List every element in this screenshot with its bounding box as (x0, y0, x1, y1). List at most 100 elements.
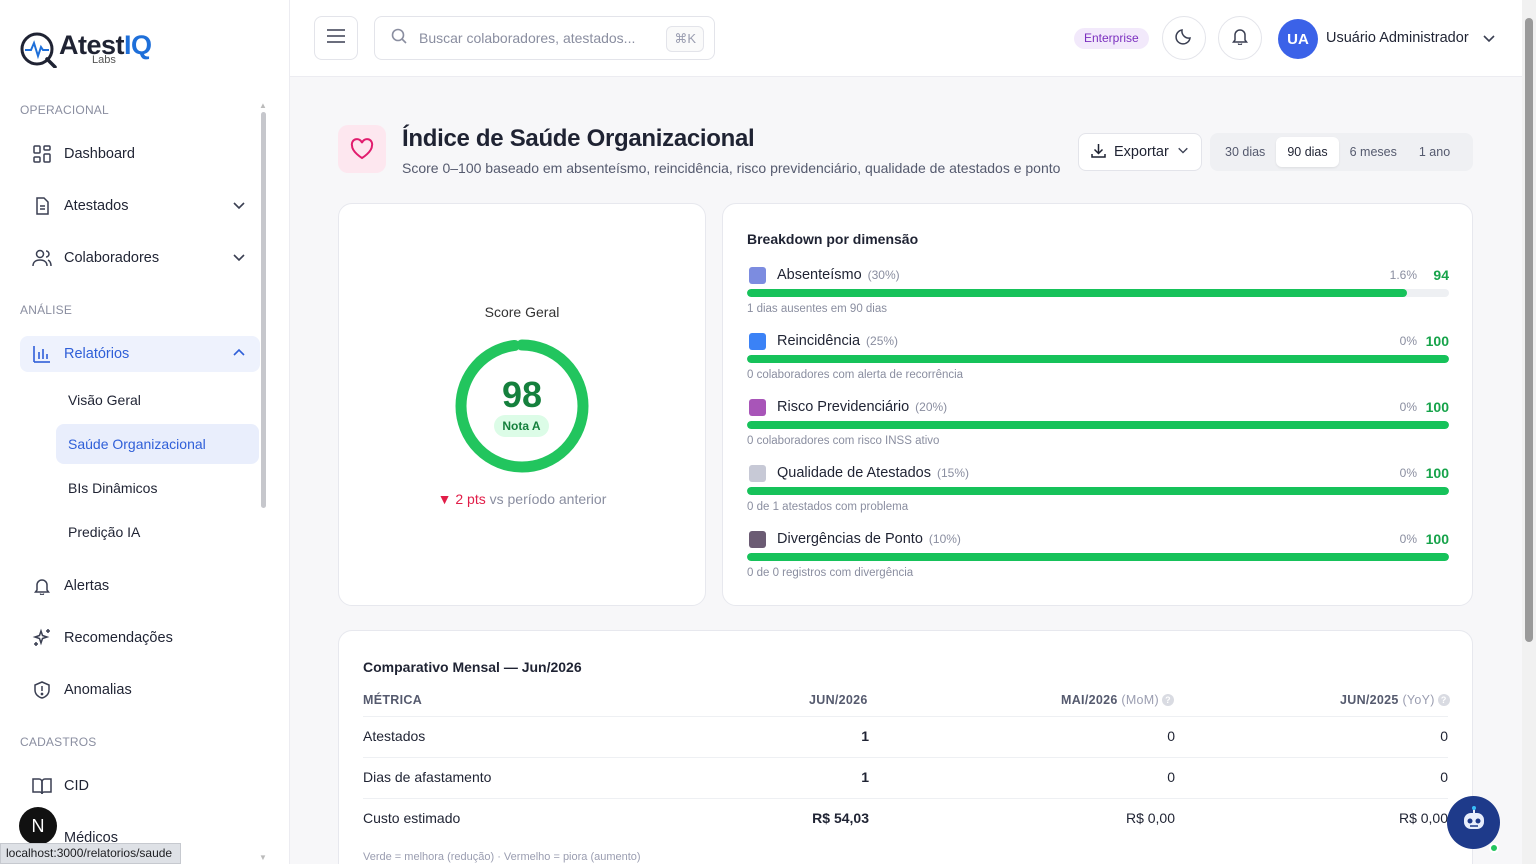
sidebar-item-label: CID (64, 778, 89, 794)
grid-icon (32, 144, 52, 164)
heart-icon (338, 125, 386, 173)
range-1-ano[interactable]: 1 ano (1408, 137, 1461, 167)
metric-current: 1 (861, 769, 869, 785)
top-header: Buscar colaboradores, atestados... ⌘K En… (290, 0, 1522, 77)
metric-mom: 0 (1167, 728, 1175, 744)
sidebar-item-label: Relatórios (64, 346, 130, 362)
chevron-down-icon[interactable] (1482, 31, 1496, 50)
dimension-pct: 0% (1399, 466, 1417, 480)
users-icon (32, 248, 52, 268)
dimension-score: 100 (1425, 399, 1449, 415)
dimension-score: 100 (1425, 531, 1449, 547)
dimension-note: 0 de 1 atestados com problema (747, 501, 909, 513)
sidebar-subitem-visao-geral[interactable]: Visão Geral (56, 380, 259, 420)
window-scrollbar-thumb[interactable] (1525, 18, 1533, 642)
range-30-dias[interactable]: 30 dias (1214, 137, 1276, 167)
logo-icon (20, 30, 58, 69)
breakdown-title: Breakdown por dimensão (747, 231, 919, 247)
dimension-row: Absenteísmo (30%) 1.6% 94 1 dias ausentes em… (747, 267, 1449, 323)
dimension-name: Absenteísmo (30%) (777, 267, 900, 283)
user-name[interactable]: Usuário Administrador (1326, 30, 1469, 46)
dimension-bar-fill (747, 355, 1449, 363)
range-6-meses[interactable]: 6 meses (1339, 137, 1408, 167)
dimension-pct: 1.6% (1389, 268, 1417, 282)
row-divider (363, 798, 1448, 799)
chevron-down-icon (232, 250, 246, 268)
scroll-down-arrow[interactable]: ▼ (259, 853, 267, 862)
range-90-dias[interactable]: 90 dias (1276, 137, 1339, 167)
document-icon (749, 465, 766, 482)
dev-badge[interactable]: N (19, 807, 57, 845)
col-yoy: JUN/2025 (YoY)? (1340, 693, 1450, 707)
metric-yoy: R$ 0,00 (1398, 810, 1448, 826)
dimension-name: Divergências de Ponto (10%) (777, 531, 961, 547)
search-input[interactable]: Buscar colaboradores, atestados... ⌘K (374, 16, 715, 60)
shield-alert-icon (32, 680, 52, 700)
window-scrollbar[interactable] (1522, 0, 1536, 864)
sidebar-item-label: Atestados (64, 198, 129, 214)
notifications-button[interactable] (1218, 16, 1262, 60)
section-operational: OPERACIONAL (20, 103, 109, 117)
bar-chart-icon (32, 344, 52, 364)
metric-current: R$ 54,03 (812, 810, 869, 826)
sidebar-item-atestados[interactable]: Atestados (20, 188, 260, 224)
sidebar-subitem-predicao-ia[interactable]: Predição IA (56, 512, 259, 552)
metric-name: Dias de afastamento (363, 769, 492, 785)
dimension-note: 0 colaboradores com alerta de recorrênci… (747, 369, 964, 381)
score-label: Score Geral (484, 304, 560, 320)
sidebar-item-cid[interactable]: CID (20, 768, 260, 804)
bell-icon (1231, 27, 1249, 50)
col-current: JUN/2026 (809, 693, 868, 707)
dimension-row: Risco Previdenciário (20%) 0% 100 0 colabora… (747, 399, 1449, 455)
sidebar-item-relatorios[interactable]: Relatórios (20, 336, 260, 372)
sidebar-subitem-bis-dinamicos[interactable]: BIs Dinâmicos (56, 468, 259, 508)
avatar[interactable]: UA (1278, 19, 1318, 59)
help-icon[interactable]: ? (1437, 694, 1450, 706)
dimension-note: 0 de 0 registros com divergência (747, 567, 914, 579)
assistant-bot-button[interactable] (1447, 796, 1500, 849)
plan-badge: Enterprise (1074, 28, 1149, 49)
range-selector: 30 dias 90 dias 6 meses 1 ano (1210, 133, 1473, 171)
dimension-bar-fill (747, 553, 1449, 561)
score-card: Score Geral 98 Nota A ▼ 2 pts vs período… (338, 203, 706, 606)
section-records: CADASTROS (20, 735, 97, 749)
sidebar-scrollbar[interactable] (261, 112, 266, 508)
brand-sub: Labs (92, 54, 116, 66)
scroll-up-arrow[interactable]: ▲ (259, 101, 267, 110)
dimension-bar-track (747, 421, 1449, 429)
metric-yoy: 0 (1440, 728, 1448, 744)
metric-name: Custo estimado (363, 810, 461, 826)
dimension-bar-fill (747, 487, 1449, 495)
sidebar-item-label: Dashboard (64, 146, 135, 162)
theme-toggle-button[interactable] (1162, 16, 1206, 60)
chevron-up-icon (232, 346, 246, 364)
sidebar-item-recomendacoes[interactable]: Recomendações (20, 620, 260, 656)
menu-button[interactable] (314, 16, 358, 60)
comparison-card: Comparativo Mensal — Jun/2026 MÉTRICA JU… (338, 630, 1473, 864)
page-title: Índice de Saúde Organizacional (402, 125, 755, 152)
metric-mom: 0 (1167, 769, 1175, 785)
dimension-pct: 0% (1399, 400, 1417, 414)
search-shortcut: ⌘K (666, 26, 704, 52)
sidebar-subitem-saude-organizacional[interactable]: Saúde Organizacional (56, 424, 259, 464)
brand-logo[interactable]: AtestIQ Labs (20, 30, 152, 69)
sidebar-item-colaboradores[interactable]: Colaboradores (20, 240, 260, 276)
sparkles-icon (32, 628, 52, 648)
sidebar-item-dashboard[interactable]: Dashboard (20, 136, 260, 172)
sidebar-item-anomalias[interactable]: Anomalias (20, 672, 260, 708)
help-icon[interactable]: ? (1161, 694, 1174, 706)
export-label: Exportar (1114, 144, 1169, 160)
breakdown-card: Breakdown por dimensão Absenteísmo (30%) 1… (722, 203, 1473, 606)
sidebar-item-alertas[interactable]: Alertas (20, 568, 260, 604)
hamburger-icon (327, 28, 345, 48)
dimension-bar-track (747, 355, 1449, 363)
row-divider (363, 757, 1448, 758)
stopwatch-icon (749, 531, 766, 548)
export-button[interactable]: Exportar (1078, 133, 1202, 171)
delta-value: ▼ 2 pts (437, 491, 486, 507)
header-divider (363, 716, 1448, 717)
dimension-bar-track (747, 553, 1449, 561)
download-icon (1091, 143, 1106, 162)
chevron-down-icon (232, 198, 246, 216)
score-delta: ▼ 2 pts vs período anterior (339, 491, 705, 507)
